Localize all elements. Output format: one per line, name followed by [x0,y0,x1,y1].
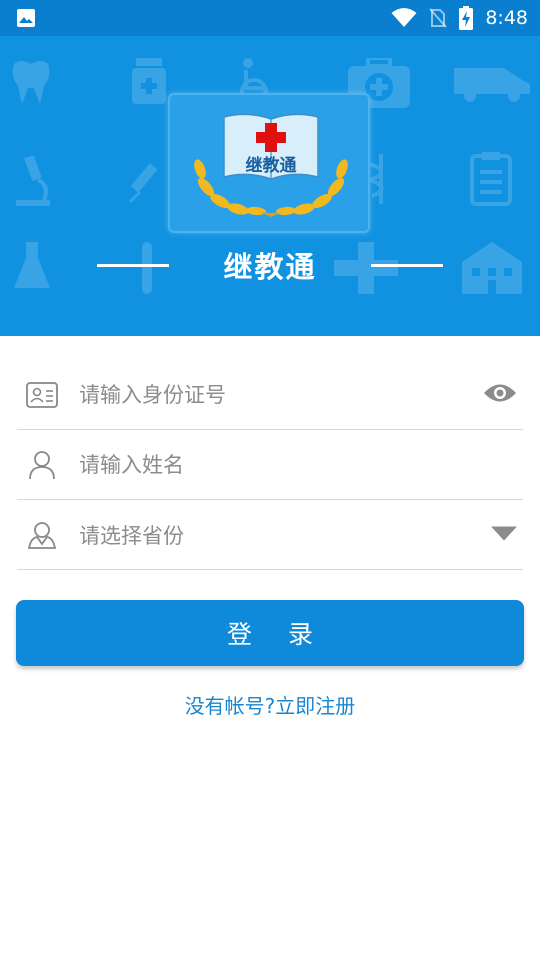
id-card-icon [19,381,65,408]
id-number-field [17,360,523,430]
clipboard-icon [470,152,512,206]
user-location-icon [19,520,65,550]
tooth-icon [12,61,50,104]
gallery-icon [17,9,35,27]
app-logo: 继教通 [168,93,370,233]
province-select[interactable]: 请选择省份 [79,520,184,550]
battery-charging-icon [459,6,474,30]
medicine-bottle-icon [132,58,166,104]
syringe-icon [128,163,158,204]
login-button[interactable]: 登录 [16,600,524,666]
app-title: 继教通 [223,250,317,284]
logo-text: 继教通 [246,155,297,176]
id-number-input[interactable] [79,382,459,407]
header-banner: 继教通 继教通 [0,36,540,336]
person-icon [19,450,65,480]
microscope-icon [16,156,50,206]
province-field[interactable]: 请选择省份 [17,500,523,570]
ambulance-icon [454,68,530,102]
title-divider-right [371,264,443,267]
eye-icon[interactable] [483,382,517,408]
name-input[interactable] [79,452,459,477]
no-sim-icon [429,8,448,28]
wifi-icon [391,8,417,27]
laurel-book-logo: 继教通 [194,113,348,217]
dropdown-arrow-icon[interactable] [491,525,517,544]
login-form: 请选择省份 [17,360,523,570]
status-bar: 8:48 [0,0,540,36]
register-link[interactable]: 没有帐号?立即注册 [0,690,540,719]
status-time: 8:48 [485,7,528,29]
name-field [17,430,523,500]
